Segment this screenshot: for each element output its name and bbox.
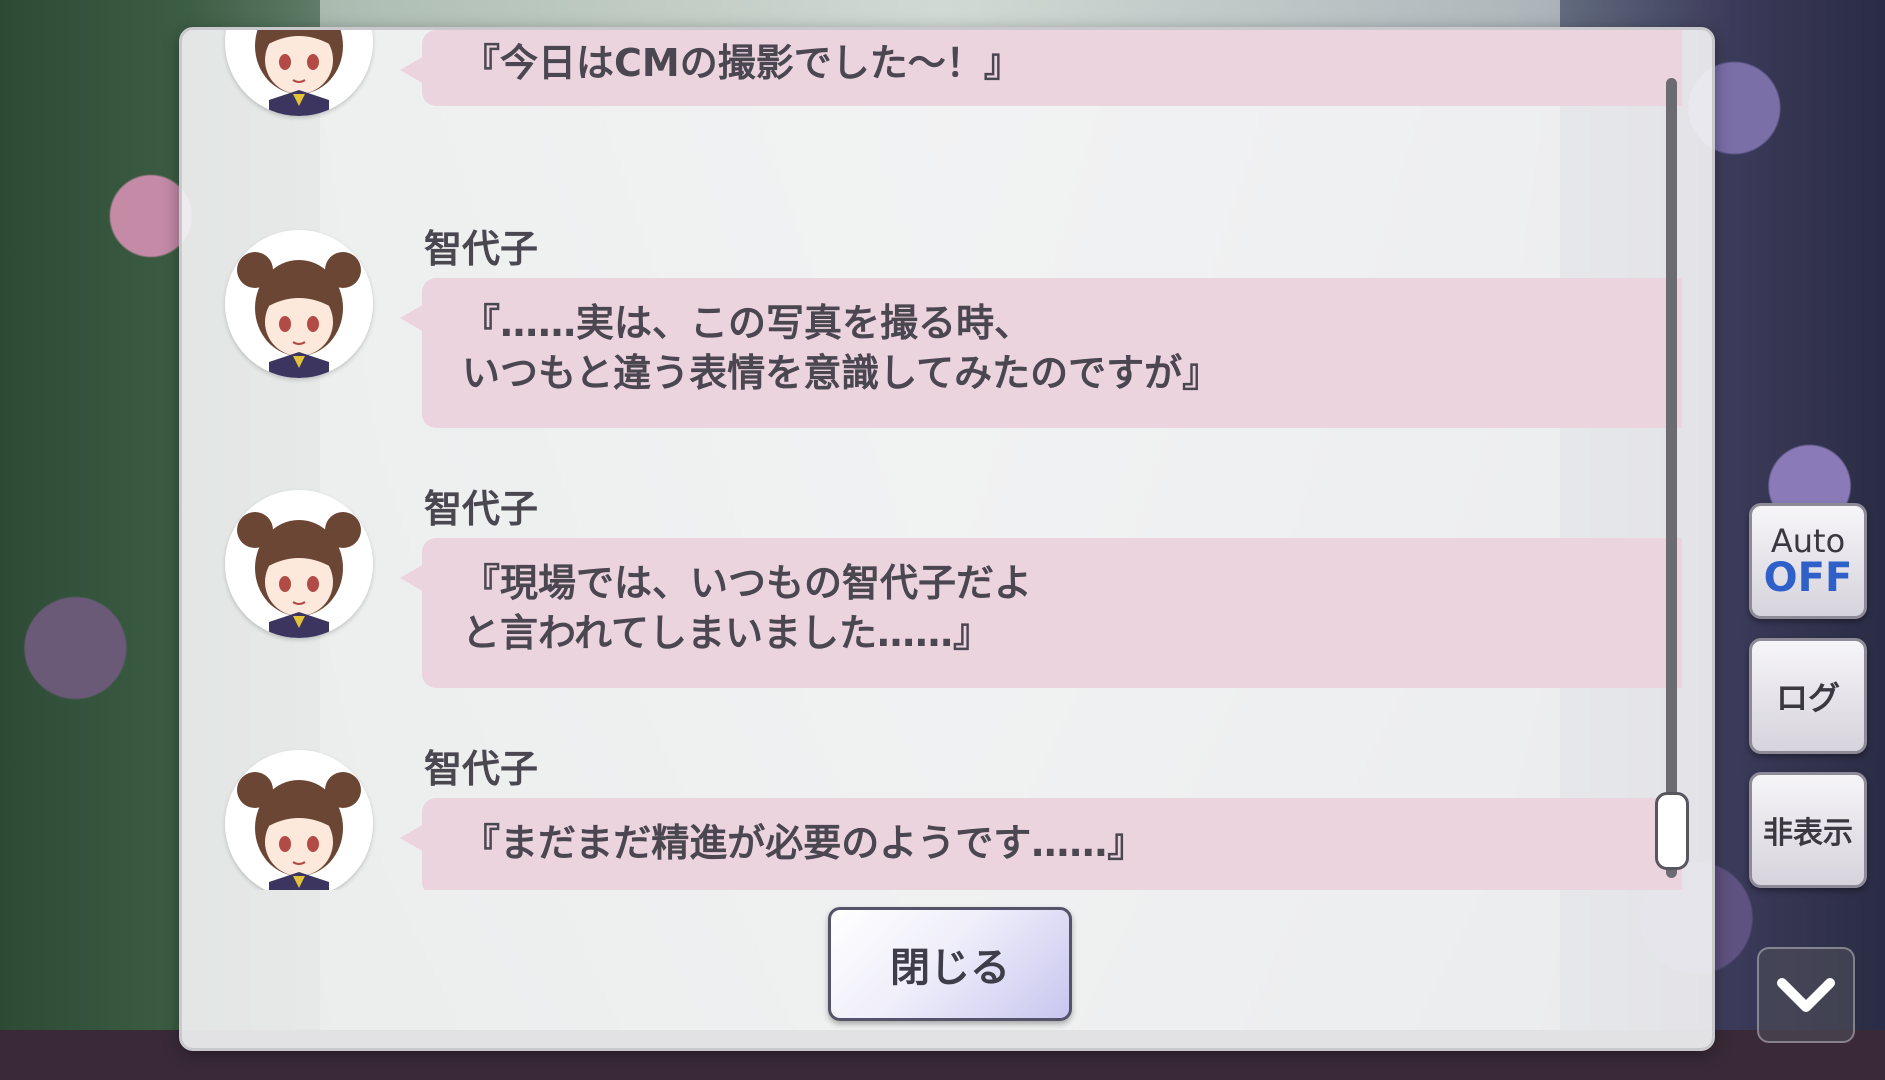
avatar [225,230,373,378]
avatar [225,750,373,890]
log-button[interactable]: ログ [1749,638,1867,754]
auto-button[interactable]: Auto OFF [1749,503,1867,619]
dialogue-line: いつもと違う表情を意識してみたのですが』 [462,351,1221,395]
auto-label: Auto [1770,522,1846,560]
log-label: ログ [1775,679,1840,717]
character-portrait [225,750,373,890]
speaker-name: 智代子 [424,747,539,791]
dialogue-bubble: 『まだまだ精進が必要のようです……』 [400,798,1682,890]
scrollbar-thumb[interactable] [1655,792,1689,870]
dialogue-line: と言われてしまいました……』 [462,611,991,655]
dialogue-line: 『……実は、この写真を撮る時、 [462,301,1033,345]
log-window: 『今日はCMの撮影でした～！』 智代子 『……実は、この写真を撮る時、 いつもと… [179,27,1715,1051]
avatar [225,490,373,638]
dialogue-line: 『現場では、いつもの智代子だよ [462,561,1033,605]
hide-button[interactable]: 非表示 [1749,772,1867,888]
character-portrait [225,230,373,378]
chevron-down-icon [1777,978,1835,1012]
dialogue-bubble: 『今日はCMの撮影でした～！』 [400,30,1682,106]
speaker-name: 智代子 [424,227,539,271]
dialogue-line: 『今日はCMの撮影でした～！』 [462,41,1022,85]
dialogue-bubble: 『……実は、この写真を撮る時、 いつもと違う表情を意識してみたのですが』 [400,278,1682,428]
close-button[interactable]: 閉じる [828,907,1072,1021]
avatar [225,30,373,116]
advance-button[interactable] [1757,947,1855,1043]
character-portrait [225,30,373,116]
dialogue-bubble: 『現場では、いつもの智代子だよ と言われてしまいました……』 [400,538,1682,688]
speaker-name: 智代子 [424,487,539,531]
character-portrait [225,490,373,638]
dialogue-line: 『まだまだ精進が必要のようです……』 [462,821,1146,865]
hide-label: 非表示 [1763,816,1853,851]
log-list[interactable]: 『今日はCMの撮影でした～！』 智代子 『……実は、この写真を撮る時、 いつもと… [182,30,1682,890]
auto-state: OFF [1763,555,1853,601]
scrollbar-track[interactable] [1666,78,1677,878]
